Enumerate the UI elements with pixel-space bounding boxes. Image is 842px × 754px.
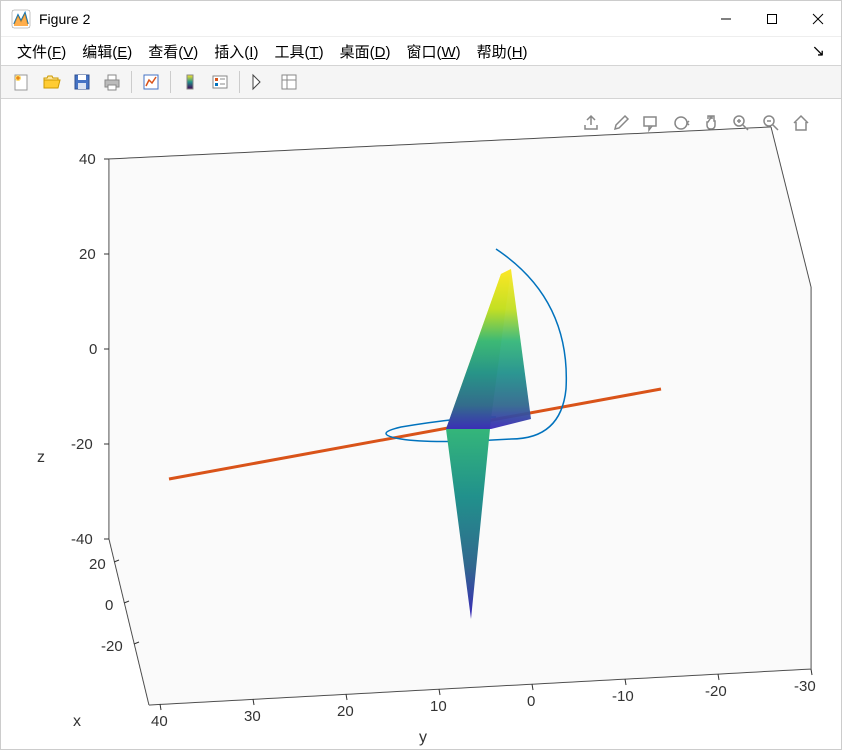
print-button[interactable] bbox=[98, 68, 126, 96]
new-figure-button[interactable] bbox=[8, 68, 36, 96]
menu-view[interactable]: 查看(V) bbox=[140, 39, 206, 64]
link-plot-button[interactable] bbox=[137, 68, 165, 96]
brush-icon[interactable] bbox=[609, 111, 633, 135]
rotate-icon[interactable] bbox=[669, 111, 693, 135]
insert-colorbar-button[interactable] bbox=[176, 68, 204, 96]
menu-bar: 文件(F) 编辑(E) 查看(V) 插入(I) 工具(T) 桌面(D) 窗口(W… bbox=[1, 37, 841, 65]
z-axis-label: z bbox=[37, 449, 45, 467]
save-button[interactable] bbox=[68, 68, 96, 96]
toolbar-separator bbox=[170, 71, 171, 93]
y-tick: -10 bbox=[612, 688, 634, 705]
y-tick: 20 bbox=[337, 703, 354, 720]
app-icon bbox=[11, 9, 31, 29]
edit-plot-button[interactable] bbox=[245, 68, 273, 96]
menu-file[interactable]: 文件(F) bbox=[9, 39, 74, 64]
title-bar: Figure 2 bbox=[1, 1, 841, 37]
axes-3d[interactable]: z x y 40 20 0 -20 -40 20 0 -20 40 30 20 … bbox=[1, 99, 841, 749]
menu-help[interactable]: 帮助(H) bbox=[469, 39, 536, 64]
pan-icon[interactable] bbox=[699, 111, 723, 135]
z-tick: -20 bbox=[71, 436, 93, 453]
open-button[interactable] bbox=[38, 68, 66, 96]
menu-tools[interactable]: 工具(T) bbox=[266, 39, 331, 64]
x-tick: 0 bbox=[105, 597, 113, 614]
zoom-out-icon[interactable] bbox=[759, 111, 783, 135]
y-tick: 10 bbox=[430, 698, 447, 715]
dock-icon[interactable]: ↘ bbox=[812, 41, 833, 61]
z-tick: 40 bbox=[79, 151, 96, 168]
menu-insert[interactable]: 插入(I) bbox=[206, 39, 266, 64]
toolbar-separator bbox=[131, 71, 132, 93]
maximize-button[interactable] bbox=[749, 1, 795, 37]
window-controls bbox=[703, 1, 841, 37]
y-tick: -30 bbox=[794, 678, 816, 695]
insert-legend-button[interactable] bbox=[206, 68, 234, 96]
zoom-in-icon[interactable] bbox=[729, 111, 753, 135]
home-icon[interactable] bbox=[789, 111, 813, 135]
window-title: Figure 2 bbox=[39, 11, 703, 27]
plot-svg bbox=[1, 99, 842, 751]
y-tick: 30 bbox=[244, 708, 261, 725]
x-tick: 20 bbox=[89, 556, 106, 573]
z-tick: 20 bbox=[79, 246, 96, 263]
z-tick: 0 bbox=[89, 341, 97, 358]
property-editor-button[interactable] bbox=[275, 68, 303, 96]
axes-toolbar bbox=[579, 111, 813, 135]
y-tick: -20 bbox=[705, 683, 727, 700]
z-tick: -40 bbox=[71, 531, 93, 548]
y-axis-label: y bbox=[419, 729, 427, 747]
figure-area[interactable]: z x y 40 20 0 -20 -40 20 0 -20 40 30 20 … bbox=[1, 99, 841, 749]
y-tick: 0 bbox=[527, 693, 535, 710]
x-axis-label: x bbox=[73, 713, 81, 731]
y-tick: 40 bbox=[151, 713, 168, 730]
menu-edit[interactable]: 编辑(E) bbox=[74, 39, 140, 64]
x-tick: -20 bbox=[101, 638, 123, 655]
datatips-icon[interactable] bbox=[639, 111, 663, 135]
minimize-button[interactable] bbox=[703, 1, 749, 37]
close-button[interactable] bbox=[795, 1, 841, 37]
toolbar-separator bbox=[239, 71, 240, 93]
toolbar bbox=[1, 65, 841, 99]
export-icon[interactable] bbox=[579, 111, 603, 135]
menu-desktop[interactable]: 桌面(D) bbox=[332, 39, 399, 64]
menu-window[interactable]: 窗口(W) bbox=[398, 39, 468, 64]
